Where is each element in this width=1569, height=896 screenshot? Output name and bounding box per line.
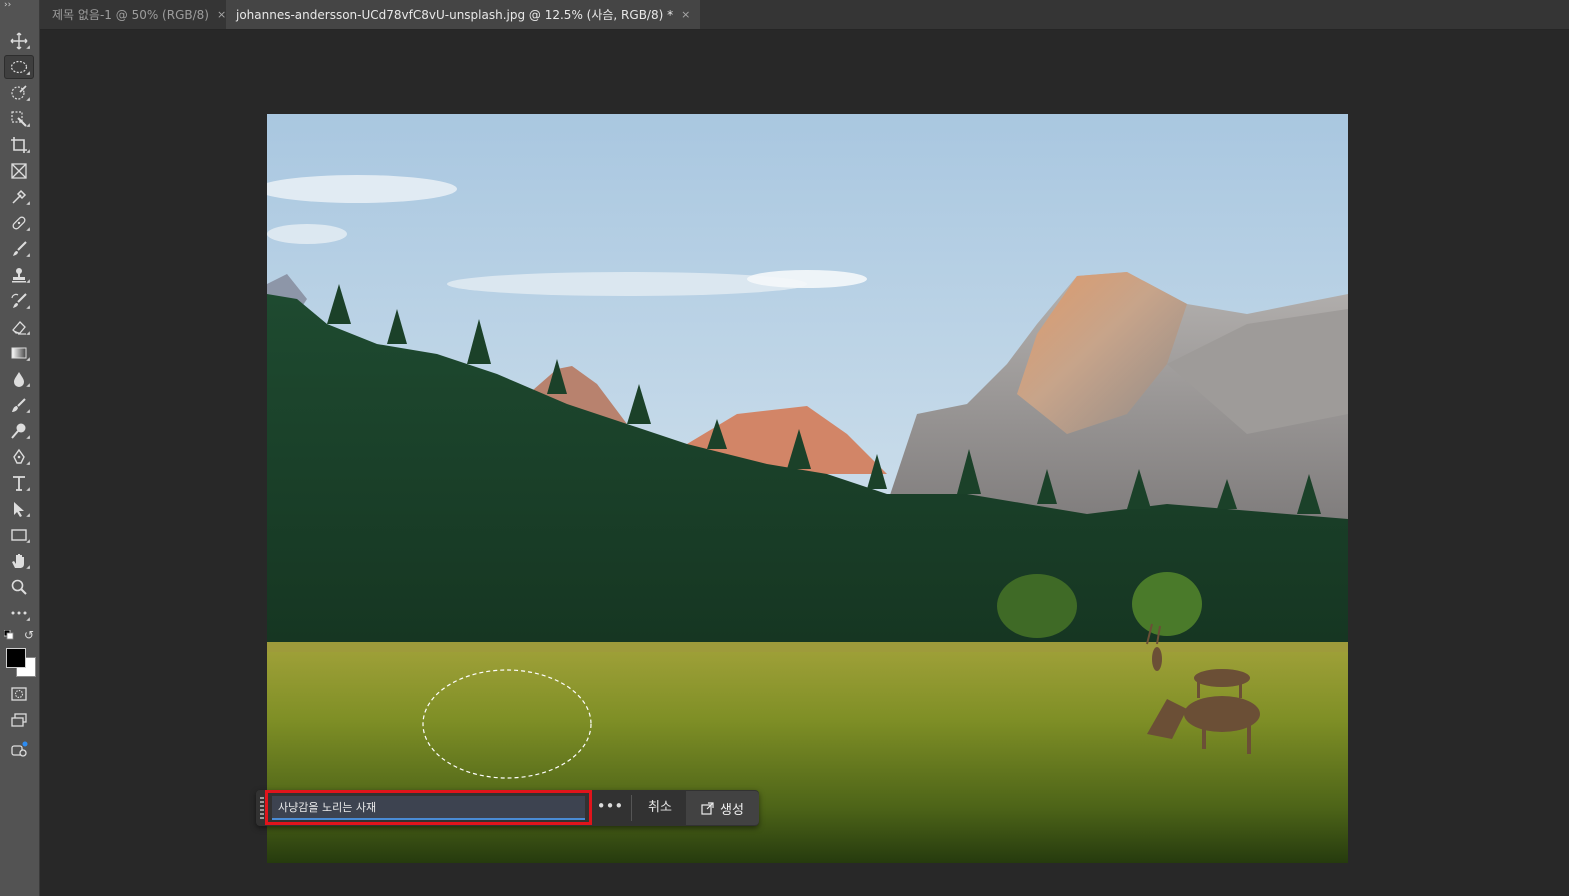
brush-tool-icon[interactable] <box>4 237 34 261</box>
tab-untitled-1[interactable]: 제목 없음-1 @ 50% (RGB/8) × <box>42 0 236 29</box>
spot-healing-tool-icon[interactable] <box>4 211 34 235</box>
type-tool-icon[interactable] <box>4 471 34 495</box>
swap-colors-icon[interactable]: ↺ <box>24 628 34 642</box>
move-tool-icon[interactable] <box>4 29 34 53</box>
prompt-highlight-box <box>265 790 592 825</box>
divider <box>631 795 632 821</box>
cancel-button[interactable]: 취소 <box>638 795 682 821</box>
generative-fill-prompt-input[interactable] <box>272 796 585 820</box>
path-selection-tool-icon[interactable] <box>4 497 34 521</box>
screen-mode-icon[interactable] <box>4 708 34 732</box>
default-colors-icon[interactable] <box>4 630 14 640</box>
color-swatches: ↺ <box>4 628 38 678</box>
yosemite-meadow-photo <box>267 114 1348 863</box>
quick-mask-icon[interactable] <box>4 682 34 706</box>
elliptical-marquee-tool-icon[interactable] <box>4 55 34 79</box>
remove-tool-icon[interactable] <box>4 107 34 131</box>
tab-close-icon[interactable]: × <box>681 8 690 21</box>
tools-panel: ›› ↺ <box>0 0 40 896</box>
tab-johannes-andersson-image[interactable]: johannes-andersson-UCd78vfC8vU-unsplash.… <box>226 0 701 29</box>
eyedropper-tool-icon[interactable] <box>4 185 34 209</box>
generate-label: 생성 <box>720 802 744 818</box>
drag-handle-icon[interactable] <box>260 797 264 819</box>
generate-icon <box>701 801 714 815</box>
foreground-color-swatch[interactable] <box>6 648 26 668</box>
eraser-tool-icon[interactable] <box>4 315 34 339</box>
history-brush-tool-icon[interactable] <box>4 289 34 313</box>
frame-tool-icon[interactable] <box>4 159 34 183</box>
tab-close-icon[interactable]: × <box>217 8 226 21</box>
clone-stamp-tool-icon[interactable] <box>4 263 34 287</box>
dodge-tool-icon[interactable] <box>4 419 34 443</box>
share-feedback-icon[interactable] <box>4 738 34 762</box>
hand-tool-icon[interactable] <box>4 549 34 573</box>
rectangle-tool-icon[interactable] <box>4 523 34 547</box>
contextual-task-bar: ••• 취소 생성 <box>256 790 759 826</box>
tab-label: 제목 없음-1 @ 50% (RGB/8) <box>52 8 209 22</box>
object-selection-tool-icon[interactable] <box>4 81 34 105</box>
zoom-tool-icon[interactable] <box>4 575 34 599</box>
blur-tool-icon[interactable] <box>4 367 34 391</box>
document-tab-bar: 제목 없음-1 @ 50% (RGB/8) × johannes-anderss… <box>40 0 1569 30</box>
generate-button[interactable]: 생성 <box>686 791 759 825</box>
panel-collapse-icon[interactable]: ›› <box>4 0 11 10</box>
pen-tool-icon[interactable] <box>4 445 34 469</box>
edit-toolbar-icon[interactable] <box>4 601 34 625</box>
gradient-tool-icon[interactable] <box>4 341 34 365</box>
more-options-icon[interactable]: ••• <box>596 796 624 820</box>
crop-tool-icon[interactable] <box>4 133 34 157</box>
tab-label: johannes-andersson-UCd78vfC8vU-unsplash.… <box>236 8 674 22</box>
smudge-tool-icon[interactable] <box>4 393 34 417</box>
document-canvas[interactable] <box>267 114 1348 863</box>
